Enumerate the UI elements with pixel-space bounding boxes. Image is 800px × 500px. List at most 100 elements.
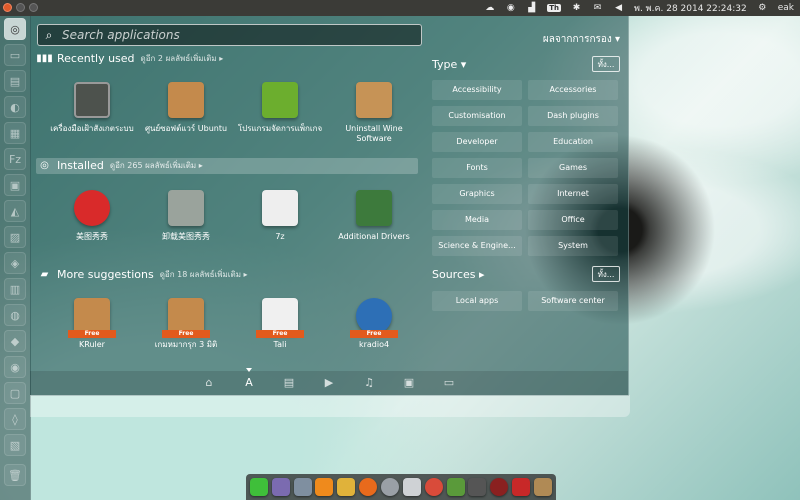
filter-chip[interactable]: Accessibility <box>432 80 522 100</box>
launcher-item[interactable]: ◈ <box>4 252 26 274</box>
launcher-item[interactable]: ◐ <box>4 96 26 118</box>
filter-chip[interactable]: Accessories <box>528 80 618 100</box>
app-tile[interactable]: ศูนย์ซอฟต์แวร์ Ubuntu <box>140 82 232 134</box>
filter-chip[interactable]: Developer <box>432 132 522 152</box>
filter-type-all-button[interactable]: ทั้ง... <box>592 56 620 72</box>
filter-chip[interactable]: Media <box>432 210 522 230</box>
trash-icon[interactable]: 🗑 <box>4 464 26 486</box>
launcher-item[interactable]: ▥ <box>4 278 26 300</box>
app-tile[interactable]: เครื่องมือเฝ้าสังเกตระบบ <box>46 82 138 134</box>
section-installed[interactable]: ◎ Installed ดูอีก 265 ผลลัพธ์เพิ่มเติม ▸ <box>38 159 203 172</box>
launcher-item[interactable]: ▦ <box>4 122 26 144</box>
folder-icon[interactable] <box>534 478 553 496</box>
launcher-item[interactable]: ◭ <box>4 200 26 222</box>
chart-icon[interactable] <box>446 478 465 496</box>
more-results-link[interactable]: ดูอีก 2 ผลลัพธ์เพิ่มเติม ▸ <box>141 52 224 65</box>
app-tile[interactable]: 美图秀秀 <box>46 190 138 242</box>
filter-chip[interactable]: Dash plugins <box>528 106 618 126</box>
dash-home-button[interactable]: ◎ <box>4 18 26 40</box>
dice-icon <box>256 298 304 338</box>
lens-bar: ⌂ A ▤ ▶ ♫ ▣ ▭ <box>30 368 628 395</box>
bluetooth-icon[interactable]: ✱ <box>571 3 582 14</box>
filter-chip[interactable]: Internet <box>528 184 618 204</box>
sphere-icon[interactable] <box>381 478 400 496</box>
filter-chip[interactable]: Customisation <box>432 106 522 126</box>
chrome-icon[interactable] <box>424 478 443 496</box>
filter-chip[interactable]: Fonts <box>432 158 522 178</box>
filter-sources-all-button[interactable]: ทั้ง... <box>592 266 620 282</box>
launcher-item[interactable]: ◆ <box>4 330 26 352</box>
username[interactable]: eak <box>778 3 794 13</box>
filter-chip[interactable]: System <box>528 236 618 256</box>
app-label: ศูนย์ซอฟต์แวร์ Ubuntu <box>144 124 228 133</box>
close-button[interactable] <box>3 3 12 12</box>
app-tile[interactable]: Uninstall Wine Software <box>328 82 420 144</box>
filter-chip[interactable]: Games <box>528 158 618 178</box>
app-tile[interactable]: Tali <box>234 298 326 350</box>
filter-chip[interactable]: Software center <box>528 291 618 311</box>
weather-icon[interactable]: ☁ <box>484 3 495 14</box>
app-tile[interactable]: โปรแกรมจัดการแพ็กเกจ <box>234 82 326 134</box>
minimize-button[interactable] <box>16 3 25 12</box>
launcher-item[interactable]: ▨ <box>4 226 26 248</box>
datetime[interactable]: พ. พ.ค. 28 2014 22:24:32 <box>634 1 747 15</box>
filter-type-toggle[interactable]: Type ▾ <box>432 58 466 71</box>
launcher-item[interactable]: Fz <box>4 148 26 170</box>
applications-lens-icon[interactable]: A <box>242 368 256 390</box>
section-title: More suggestions <box>57 268 154 281</box>
launcher-item[interactable]: ▤ <box>4 70 26 92</box>
app-tile[interactable]: kradio4 <box>328 298 420 350</box>
app-tile[interactable]: Additional Drivers <box>328 190 420 242</box>
filter-chip[interactable]: Science & Engine... <box>432 236 522 256</box>
section-recently-used[interactable]: ▮▮▮ Recently used ดูอีก 2 ผลลัพธ์เพิ่มเต… <box>36 52 224 65</box>
files-icon[interactable] <box>293 478 312 496</box>
launcher-item[interactable]: ◊ <box>4 408 26 430</box>
filter-chip[interactable]: Graphics <box>432 184 522 204</box>
filter-results-toggle[interactable]: ผลจากการกรอง ▾ <box>543 32 620 47</box>
launcher-item[interactable]: ▢ <box>4 382 26 404</box>
update-icon[interactable]: ◉ <box>505 3 516 14</box>
app-tile[interactable]: 卸载美图秀秀 <box>140 190 232 242</box>
firefox-icon[interactable] <box>359 478 378 496</box>
pidgin-icon[interactable] <box>271 478 290 496</box>
files-lens-icon[interactable]: ▤ <box>282 376 296 390</box>
filter-chip[interactable]: Local apps <box>432 291 522 311</box>
more-results-link[interactable]: ดูอีก 265 ผลลัพธ์เพิ่มเติม ▸ <box>110 159 203 172</box>
maximize-button[interactable] <box>29 3 38 12</box>
disk-icon[interactable] <box>468 478 487 496</box>
launcher-item[interactable]: ▧ <box>4 434 26 456</box>
vlc-icon[interactable] <box>315 478 334 496</box>
launcher-item[interactable]: ◍ <box>4 304 26 326</box>
social-lens-icon[interactable]: ▭ <box>442 376 456 390</box>
pdf-icon[interactable] <box>512 478 531 496</box>
app-tile[interactable]: 7z <box>234 190 326 242</box>
gear-icon[interactable]: ⚙ <box>757 3 768 14</box>
section-more-suggestions[interactable]: ▰ More suggestions ดูอีก 18 ผลลัพธ์เพิ่ม… <box>38 268 248 281</box>
diamond-icon[interactable] <box>337 478 356 496</box>
filter-chip[interactable]: Education <box>528 132 618 152</box>
launcher-item[interactable]: ◉ <box>4 356 26 378</box>
search-box[interactable]: ⌕ <box>37 24 422 46</box>
keyboard-layout[interactable]: Th <box>547 4 562 12</box>
search-input[interactable] <box>60 27 404 43</box>
launcher-item[interactable]: ▭ <box>4 44 26 66</box>
target-icon[interactable] <box>490 478 509 496</box>
app-label: 卸载美图秀秀 <box>162 232 210 241</box>
volume-icon[interactable]: ◀ <box>613 3 624 14</box>
network-icon[interactable]: ▟ <box>526 3 537 14</box>
filter-chip[interactable]: Office <box>528 210 618 230</box>
filter-sources-toggle[interactable]: Sources ▸ <box>432 268 485 281</box>
photo-lens-icon[interactable]: ▣ <box>402 376 416 390</box>
more-results-link[interactable]: ดูอีก 18 ผลลัพธ์เพิ่มเติม ▸ <box>160 268 248 281</box>
home-lens-icon[interactable]: ⌂ <box>202 376 216 390</box>
7z-icon <box>262 190 298 226</box>
robot-icon[interactable] <box>402 478 421 496</box>
launcher-item[interactable]: ▣ <box>4 174 26 196</box>
line-icon[interactable] <box>249 478 268 496</box>
app-tile[interactable]: เกมหมากรุก 3 มิติ <box>140 298 232 350</box>
mail-icon[interactable]: ✉ <box>592 3 603 14</box>
app-label: Tali <box>273 340 287 349</box>
video-lens-icon[interactable]: ▶ <box>322 376 336 390</box>
music-lens-icon[interactable]: ♫ <box>362 376 376 390</box>
app-tile[interactable]: KRuler <box>46 298 138 350</box>
